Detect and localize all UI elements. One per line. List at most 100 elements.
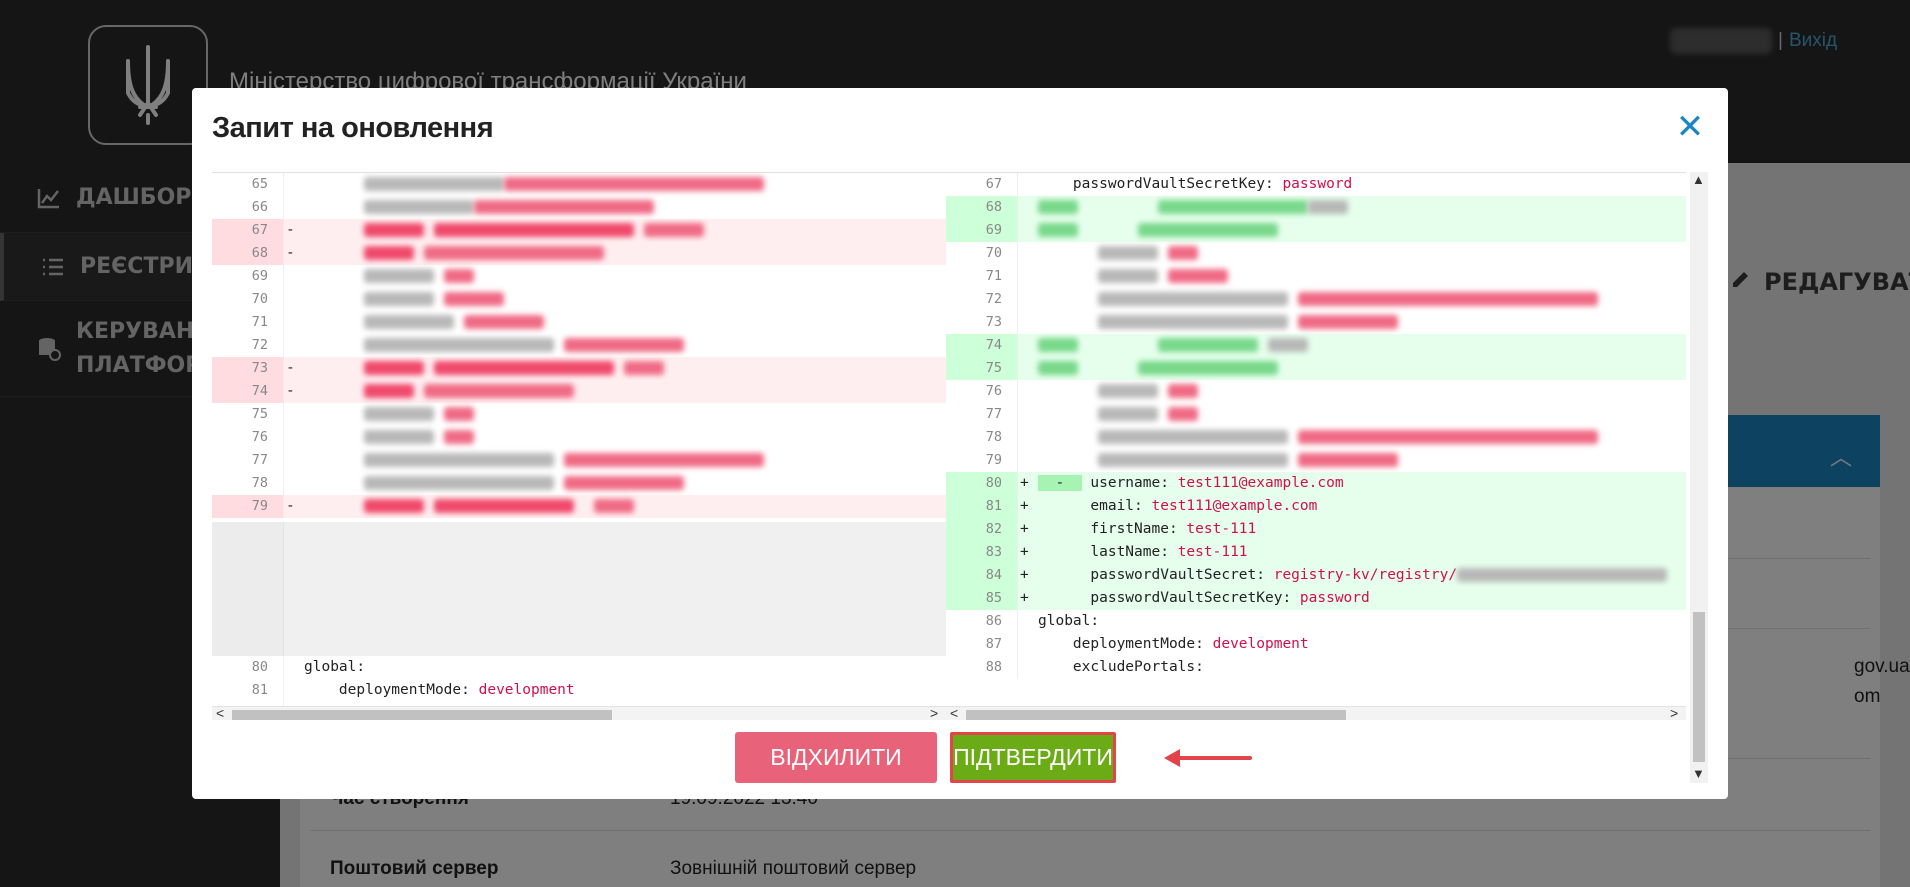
redacted-text — [444, 269, 474, 283]
redacted-code — [304, 449, 764, 472]
redacted-text — [1098, 453, 1288, 467]
diff-line: 71 — [212, 311, 946, 334]
diff-line: 78 — [212, 472, 946, 495]
line-number: 88 — [985, 659, 1002, 675]
line-number: 67 — [985, 176, 1002, 192]
redacted-text — [1298, 292, 1598, 306]
redacted-text — [1098, 292, 1288, 306]
diff-marker: + — [1020, 567, 1029, 583]
redacted-text — [1298, 315, 1398, 329]
redacted-text — [1168, 269, 1228, 283]
diff-line: 67 passwordVaultSecretKey: password — [946, 173, 1686, 196]
line-number: 80 — [251, 659, 268, 675]
diff-line: 68 - — [212, 242, 946, 265]
diff-line: 68 — [946, 196, 1686, 219]
diff-marker: - — [286, 245, 295, 261]
redacted-code — [304, 472, 684, 495]
diff-line: 72 — [212, 334, 946, 357]
redacted-text — [1308, 200, 1348, 214]
confirm-button[interactable]: ПІДТВЕРДИТИ — [950, 732, 1116, 783]
redacted-code — [1038, 449, 1398, 472]
diff-line: 78 — [946, 426, 1686, 449]
redacted-text — [1158, 338, 1258, 352]
diff-marker: + — [1020, 544, 1029, 560]
diff-line: 76 — [212, 426, 946, 449]
line-number: 70 — [985, 245, 1002, 261]
redacted-text — [564, 453, 764, 467]
redacted-code — [304, 242, 604, 265]
line-number: 86 — [985, 613, 1002, 629]
diff-line: 76 — [946, 380, 1686, 403]
line-number: 67 — [212, 219, 268, 242]
redacted-code — [304, 426, 474, 449]
line-number: 81 — [251, 682, 268, 698]
redacted-code — [1038, 403, 1198, 426]
code-text: deploymentMode: development — [1038, 636, 1309, 652]
redacted-text — [364, 315, 454, 329]
diff-marker: + — [1020, 521, 1029, 537]
line-number: 77 — [251, 452, 268, 468]
redacted-text — [1457, 568, 1668, 582]
diff-line: 69 — [212, 265, 946, 288]
redacted-code — [1038, 288, 1598, 311]
diff-marker: + — [1020, 498, 1029, 514]
code-text: passwordVaultSecretKey: password — [1038, 176, 1353, 192]
redacted-code — [304, 311, 544, 334]
redacted-text — [1298, 430, 1598, 444]
redacted-text — [1168, 384, 1198, 398]
redacted-text — [1098, 269, 1158, 283]
redacted-text — [1098, 430, 1288, 444]
code-text: global: — [304, 659, 366, 675]
line-number: 83 — [946, 541, 1002, 564]
redacted-text — [434, 361, 614, 375]
diff-line: 73 — [946, 311, 1686, 334]
redacted-text — [1298, 453, 1398, 467]
left-horizontal-scrollbar[interactable]: < > — [212, 705, 946, 720]
diff-line: 71 — [946, 265, 1686, 288]
diff-pane-right: 67 passwordVaultSecretKey: password 68 69 7… — [946, 173, 1686, 706]
line-number: 74 — [212, 380, 268, 403]
diff-line: 87 deploymentMode: development — [946, 633, 1686, 656]
diff-line: 72 — [946, 288, 1686, 311]
line-number: 76 — [251, 429, 268, 445]
redacted-code — [304, 219, 704, 242]
modal-title: Запит на оновлення — [212, 112, 494, 144]
diff-line: 86 global: — [946, 610, 1686, 633]
redacted-text — [464, 315, 544, 329]
redacted-code — [1038, 334, 1308, 357]
added-code: firstName: test-111 — [1090, 521, 1257, 537]
right-horizontal-scrollbar[interactable]: < > — [946, 705, 1686, 720]
diff-marker: + — [1020, 475, 1029, 491]
line-number: 79 — [985, 452, 1002, 468]
redacted-text — [624, 361, 664, 375]
line-number: 81 — [946, 495, 1002, 518]
diff-marker: - — [286, 383, 295, 399]
diff-line: 88 excludePortals: — [946, 656, 1686, 679]
annotation-arrow — [1164, 749, 1252, 767]
added-code: - username: test111@example.com — [1038, 475, 1344, 491]
diff-line: 77 — [212, 449, 946, 472]
diff-line: 80 + - username: test111@example.com — [946, 472, 1686, 495]
redacted-code — [304, 288, 504, 311]
diff-line: 74 — [946, 334, 1686, 357]
update-request-modal: Запит на оновлення ✕ 65 66 67 - 68 - 69 70 71 72 7… — [192, 88, 1728, 799]
line-number: 77 — [985, 406, 1002, 422]
reject-button[interactable]: ВІДХИЛИТИ — [735, 732, 937, 783]
modal-vertical-scrollbar[interactable]: ▲ ▼ — [1690, 172, 1708, 783]
redacted-text — [1138, 361, 1278, 375]
redacted-code — [304, 495, 634, 518]
redacted-code — [304, 196, 654, 219]
redacted-text — [1038, 338, 1078, 352]
line-number: 73 — [212, 357, 268, 380]
redacted-text — [1098, 246, 1158, 260]
redacted-text — [504, 177, 764, 191]
close-icon[interactable]: ✕ — [1675, 110, 1705, 144]
redacted-text — [364, 223, 424, 237]
redacted-code — [1038, 357, 1278, 380]
line-number: 69 — [251, 268, 268, 284]
redacted-text — [364, 476, 554, 490]
redacted-text — [424, 384, 574, 398]
diff-line: 81 deploymentMode: development — [212, 679, 946, 702]
line-number: 80 — [946, 472, 1002, 495]
redacted-text — [444, 407, 474, 421]
